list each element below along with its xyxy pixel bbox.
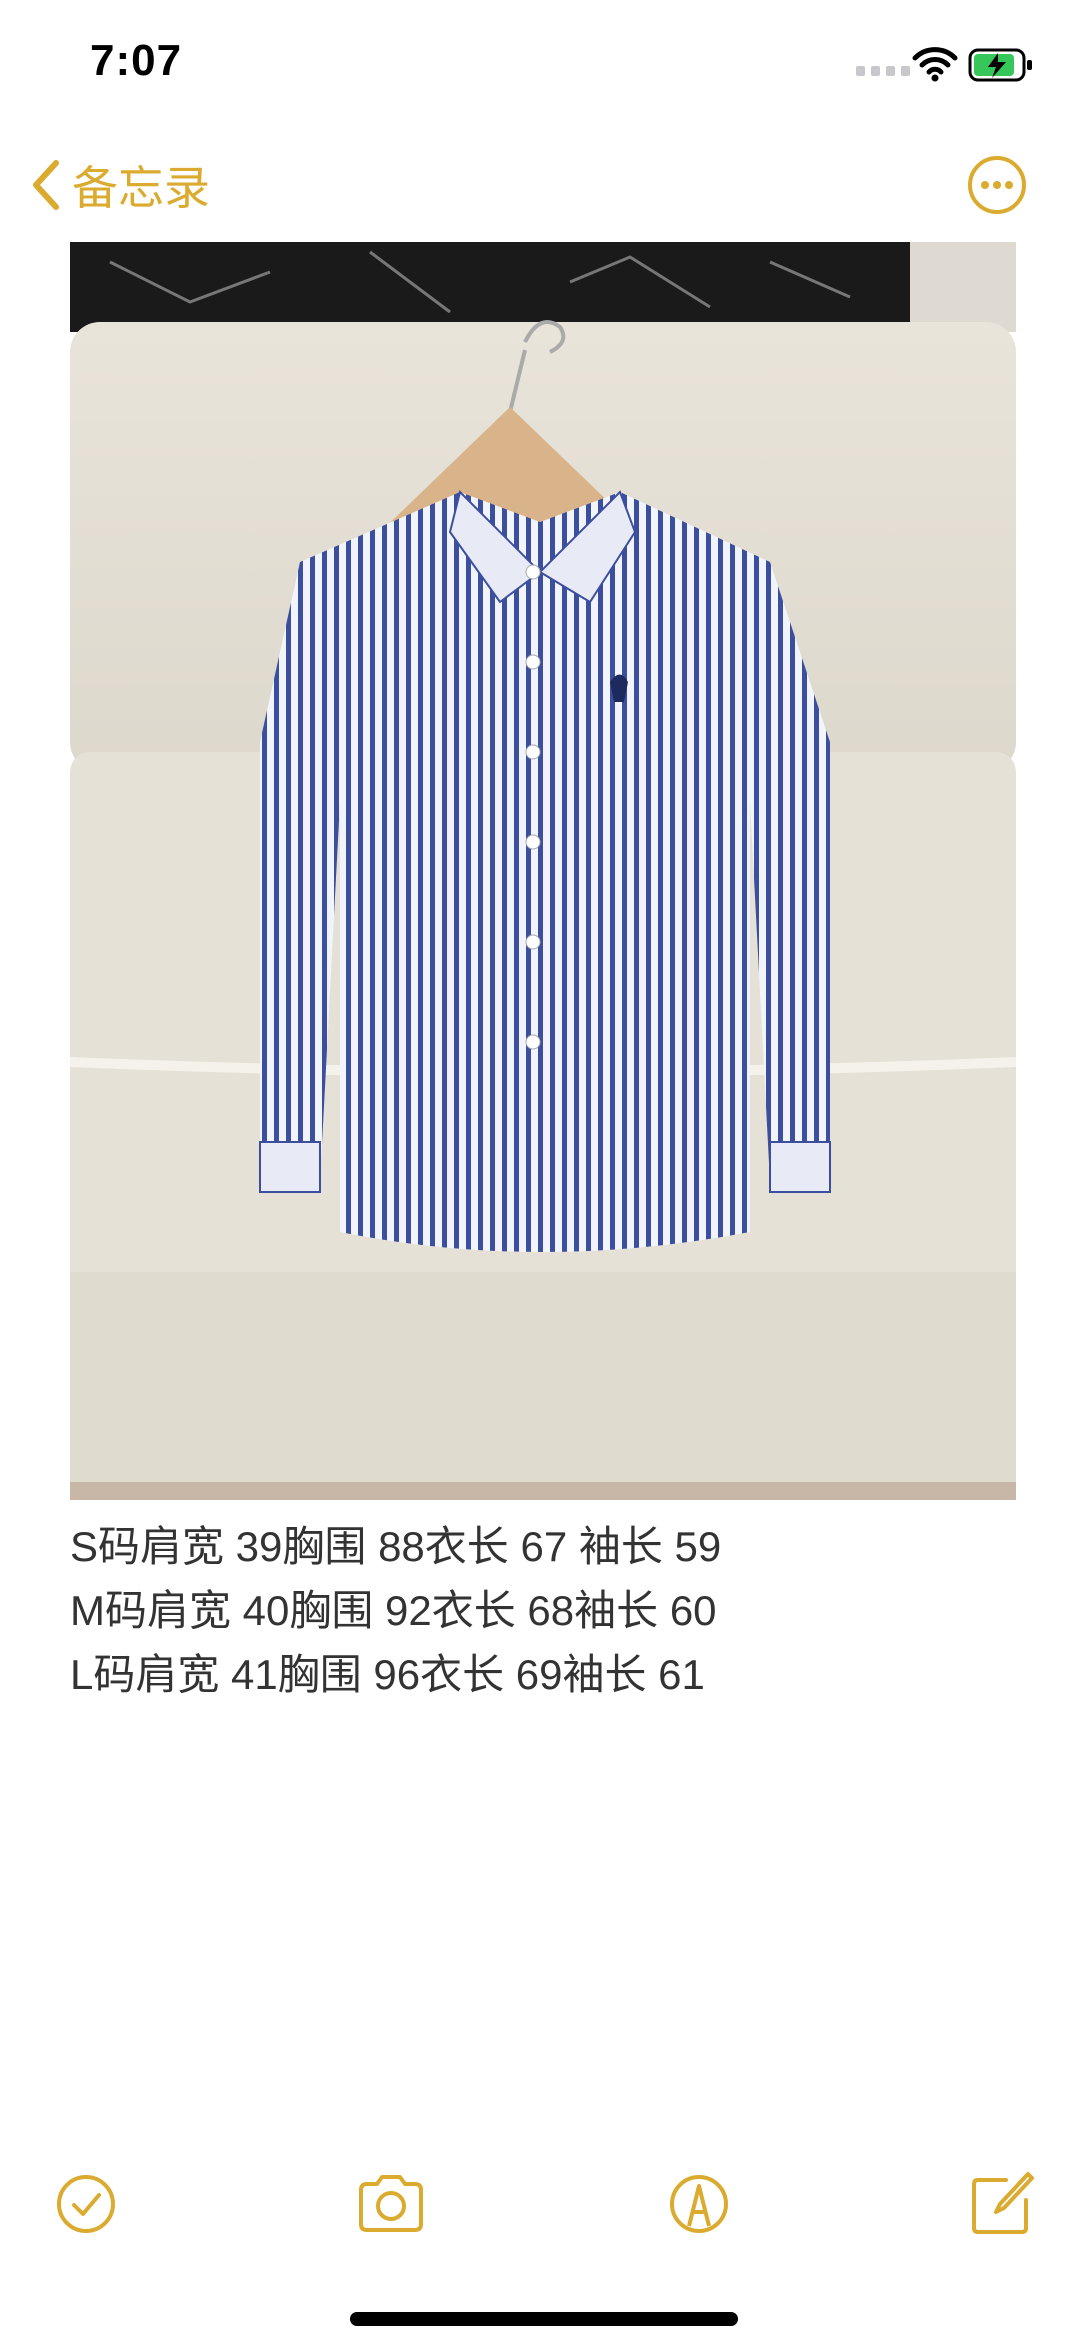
navigation-bar: 备忘录 <box>0 140 1080 230</box>
chevron-left-icon <box>33 160 59 210</box>
status-time: 7:07 <box>90 36 183 85</box>
home-indicator[interactable] <box>350 2312 738 2326</box>
bottom-toolbar <box>0 2160 1080 2250</box>
markup-icon[interactable] <box>663 2168 735 2240</box>
back-label: 备忘录 <box>72 162 210 214</box>
back-button[interactable]: 备忘录 <box>28 150 210 220</box>
compose-icon[interactable] <box>966 2168 1038 2240</box>
size-line-m: M码肩宽 40胸围 92衣长 68袖长 60 <box>70 1587 717 1634</box>
camera-icon[interactable] <box>355 2168 427 2240</box>
note-body[interactable]: S码肩宽 39胸围 88衣长 67 袖长 59 M码肩宽 40胸围 92衣长 6… <box>70 1515 1010 1707</box>
size-line-l: L码肩宽 41胸围 96衣长 69袖长 61 <box>70 1651 705 1698</box>
battery-charging-icon <box>968 48 1032 82</box>
status-bar: 7:07 <box>0 0 1080 130</box>
shirt-photo[interactable] <box>70 242 1016 1500</box>
checklist-icon[interactable] <box>50 2168 122 2240</box>
wifi-icon <box>912 47 958 82</box>
ellipsis-circle-icon[interactable] <box>966 154 1028 216</box>
cellular-signal-icon <box>856 66 910 76</box>
size-line-s: S码肩宽 39胸围 88衣长 67 袖长 59 <box>70 1523 722 1570</box>
